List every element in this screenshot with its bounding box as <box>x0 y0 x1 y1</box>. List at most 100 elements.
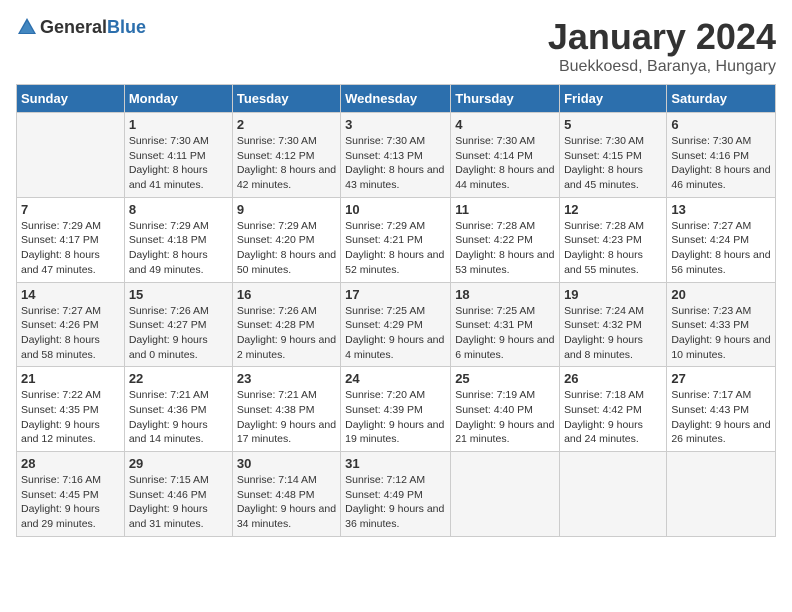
calendar-cell: 18 Sunrise: 7:25 AMSunset: 4:31 PMDayligh… <box>451 282 560 367</box>
day-number: 1 <box>129 117 228 132</box>
week-row-5: 28 Sunrise: 7:16 AMSunset: 4:45 PMDayligh… <box>17 452 776 537</box>
day-info: Sunrise: 7:21 AMSunset: 4:36 PMDaylight:… <box>129 388 228 447</box>
day-info: Sunrise: 7:21 AMSunset: 4:38 PMDaylight:… <box>237 388 336 447</box>
day-info: Sunrise: 7:27 AMSunset: 4:24 PMDaylight:… <box>671 219 771 278</box>
day-number: 14 <box>21 287 120 302</box>
title-area: January 2024 Buekkoesd, Baranya, Hungary <box>548 16 776 76</box>
week-row-4: 21 Sunrise: 7:22 AMSunset: 4:35 PMDayligh… <box>17 367 776 452</box>
calendar-cell: 28 Sunrise: 7:16 AMSunset: 4:45 PMDayligh… <box>17 452 125 537</box>
weekday-header-row: SundayMondayTuesdayWednesdayThursdayFrid… <box>17 85 776 113</box>
logo: GeneralBlue <box>16 16 146 38</box>
day-info: Sunrise: 7:22 AMSunset: 4:35 PMDaylight:… <box>21 388 120 447</box>
calendar-cell: 5 Sunrise: 7:30 AMSunset: 4:15 PMDaylight… <box>560 113 667 198</box>
day-info: Sunrise: 7:24 AMSunset: 4:32 PMDaylight:… <box>564 304 662 363</box>
calendar-cell: 19Sunrise: 7:24 AMSunset: 4:32 PMDayligh… <box>560 282 667 367</box>
day-info: Sunrise: 7:27 AMSunset: 4:26 PMDaylight:… <box>21 304 120 363</box>
day-info: Sunrise: 7:25 AMSunset: 4:31 PMDaylight:… <box>455 304 555 363</box>
calendar-cell: 1Sunrise: 7:30 AMSunset: 4:11 PMDaylight… <box>124 113 232 198</box>
calendar-cell: 10Sunrise: 7:29 AMSunset: 4:21 PMDayligh… <box>341 197 451 282</box>
calendar-cell: 12 Sunrise: 7:28 AMSunset: 4:23 PMDayligh… <box>560 197 667 282</box>
weekday-header-friday: Friday <box>560 85 667 113</box>
day-info: Sunrise: 7:29 AMSunset: 4:18 PMDaylight:… <box>129 219 228 278</box>
day-number: 13 <box>671 202 771 217</box>
calendar-cell: 11 Sunrise: 7:28 AMSunset: 4:22 PMDayligh… <box>451 197 560 282</box>
calendar-cell: 29 Sunrise: 7:15 AMSunset: 4:46 PMDayligh… <box>124 452 232 537</box>
day-info: Sunrise: 7:12 AMSunset: 4:49 PMDaylight:… <box>345 473 446 532</box>
weekday-header-tuesday: Tuesday <box>232 85 340 113</box>
day-info: Sunrise: 7:29 AMSunset: 4:20 PMDaylight:… <box>237 219 336 278</box>
day-info: Sunrise: 7:20 AMSunset: 4:39 PMDaylight:… <box>345 388 446 447</box>
calendar-cell <box>451 452 560 537</box>
day-number: 20 <box>671 287 771 302</box>
page-header: GeneralBlue January 2024 Buekkoesd, Bara… <box>16 16 776 76</box>
day-info: Sunrise: 7:19 AMSunset: 4:40 PMDaylight:… <box>455 388 555 447</box>
calendar-cell: 25 Sunrise: 7:19 AMSunset: 4:40 PMDayligh… <box>451 367 560 452</box>
weekday-header-sunday: Sunday <box>17 85 125 113</box>
day-info: Sunrise: 7:28 AMSunset: 4:22 PMDaylight:… <box>455 219 555 278</box>
calendar-cell: 17 Sunrise: 7:25 AMSunset: 4:29 PMDayligh… <box>341 282 451 367</box>
day-info: Sunrise: 7:28 AMSunset: 4:23 PMDaylight:… <box>564 219 662 278</box>
day-info: Sunrise: 7:30 AMSunset: 4:12 PMDaylight:… <box>237 134 336 193</box>
calendar-cell: 21 Sunrise: 7:22 AMSunset: 4:35 PMDayligh… <box>17 367 125 452</box>
calendar-cell: 26 Sunrise: 7:18 AMSunset: 4:42 PMDayligh… <box>560 367 667 452</box>
day-number: 5 <box>564 117 662 132</box>
week-row-3: 14 Sunrise: 7:27 AMSunset: 4:26 PMDayligh… <box>17 282 776 367</box>
month-title: January 2024 <box>548 16 776 58</box>
day-number: 8 <box>129 202 228 217</box>
calendar-cell: 30 Sunrise: 7:14 AMSunset: 4:48 PMDayligh… <box>232 452 340 537</box>
day-number: 17 <box>345 287 446 302</box>
day-number: 23 <box>237 371 336 386</box>
calendar-cell: 6 Sunrise: 7:30 AMSunset: 4:16 PMDaylight… <box>667 113 776 198</box>
day-number: 21 <box>21 371 120 386</box>
day-info: Sunrise: 7:16 AMSunset: 4:45 PMDaylight:… <box>21 473 120 532</box>
day-number: 31 <box>345 456 446 471</box>
day-info: Sunrise: 7:29 AMSunset: 4:17 PMDaylight:… <box>21 219 120 278</box>
calendar-cell <box>667 452 776 537</box>
day-info: Sunrise: 7:26 AMSunset: 4:27 PMDaylight:… <box>129 304 228 363</box>
day-number: 25 <box>455 371 555 386</box>
day-number: 10 <box>345 202 446 217</box>
day-number: 29 <box>129 456 228 471</box>
location-subtitle: Buekkoesd, Baranya, Hungary <box>548 58 776 76</box>
weekday-header-wednesday: Wednesday <box>341 85 451 113</box>
calendar-cell: 22Sunrise: 7:21 AMSunset: 4:36 PMDayligh… <box>124 367 232 452</box>
day-number: 11 <box>455 202 555 217</box>
calendar-cell: 16Sunrise: 7:26 AMSunset: 4:28 PMDayligh… <box>232 282 340 367</box>
calendar-table: SundayMondayTuesdayWednesdayThursdayFrid… <box>16 84 776 537</box>
day-number: 7 <box>21 202 120 217</box>
day-info: Sunrise: 7:18 AMSunset: 4:42 PMDaylight:… <box>564 388 662 447</box>
day-number: 27 <box>671 371 771 386</box>
day-number: 28 <box>21 456 120 471</box>
day-number: 12 <box>564 202 662 217</box>
calendar-cell: 15 Sunrise: 7:26 AMSunset: 4:27 PMDayligh… <box>124 282 232 367</box>
day-number: 4 <box>455 117 555 132</box>
day-number: 30 <box>237 456 336 471</box>
calendar-cell: 23 Sunrise: 7:21 AMSunset: 4:38 PMDayligh… <box>232 367 340 452</box>
calendar-cell: 4Sunrise: 7:30 AMSunset: 4:14 PMDaylight… <box>451 113 560 198</box>
calendar-cell: 31 Sunrise: 7:12 AMSunset: 4:49 PMDayligh… <box>341 452 451 537</box>
weekday-header-monday: Monday <box>124 85 232 113</box>
day-info: Sunrise: 7:14 AMSunset: 4:48 PMDaylight:… <box>237 473 336 532</box>
week-row-2: 7 Sunrise: 7:29 AMSunset: 4:17 PMDaylight… <box>17 197 776 282</box>
day-number: 2 <box>237 117 336 132</box>
logo-text-blue: Blue <box>107 17 146 37</box>
day-number: 26 <box>564 371 662 386</box>
weekday-header-saturday: Saturday <box>667 85 776 113</box>
day-number: 24 <box>345 371 446 386</box>
day-info: Sunrise: 7:30 AMSunset: 4:13 PMDaylight:… <box>345 134 446 193</box>
day-info: Sunrise: 7:23 AMSunset: 4:33 PMDaylight:… <box>671 304 771 363</box>
day-info: Sunrise: 7:15 AMSunset: 4:46 PMDaylight:… <box>129 473 228 532</box>
calendar-cell: 3 Sunrise: 7:30 AMSunset: 4:13 PMDaylight… <box>341 113 451 198</box>
day-number: 6 <box>671 117 771 132</box>
calendar-cell <box>560 452 667 537</box>
day-number: 9 <box>237 202 336 217</box>
day-number: 15 <box>129 287 228 302</box>
calendar-cell: 27Sunrise: 7:17 AMSunset: 4:43 PMDayligh… <box>667 367 776 452</box>
calendar-cell: 2 Sunrise: 7:30 AMSunset: 4:12 PMDaylight… <box>232 113 340 198</box>
day-number: 3 <box>345 117 446 132</box>
day-info: Sunrise: 7:30 AMSunset: 4:16 PMDaylight:… <box>671 134 771 193</box>
calendar-cell <box>17 113 125 198</box>
day-info: Sunrise: 7:30 AMSunset: 4:15 PMDaylight:… <box>564 134 662 193</box>
day-number: 18 <box>455 287 555 302</box>
day-info: Sunrise: 7:25 AMSunset: 4:29 PMDaylight:… <box>345 304 446 363</box>
